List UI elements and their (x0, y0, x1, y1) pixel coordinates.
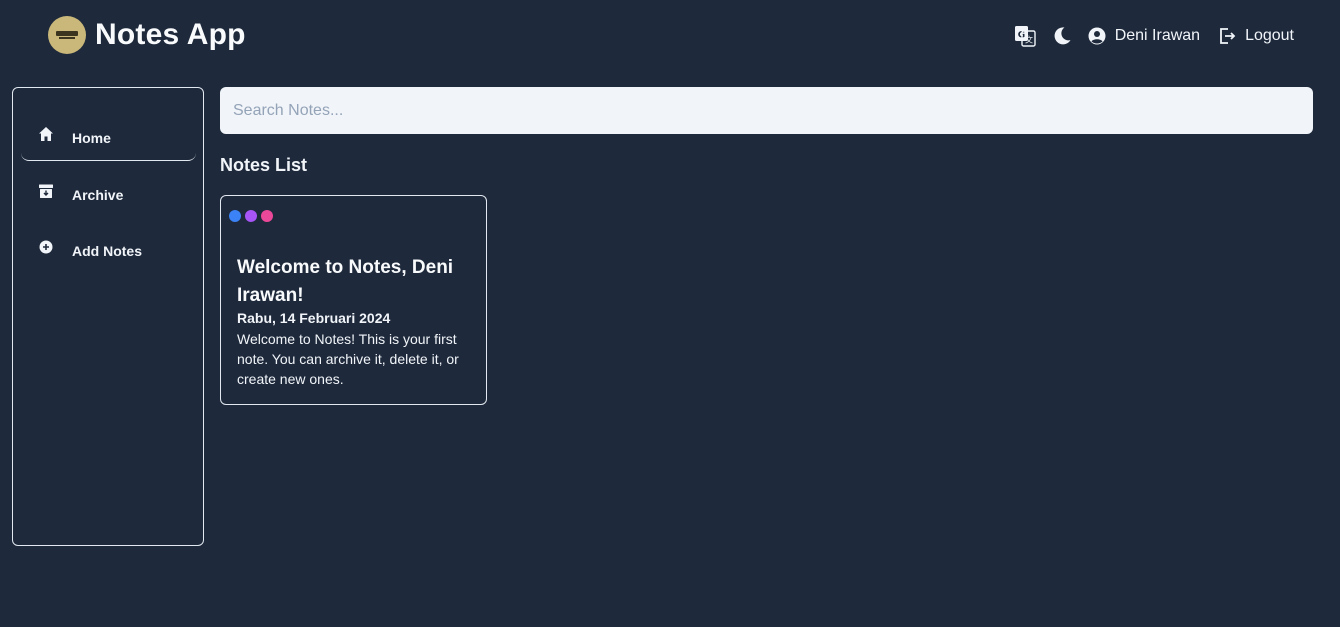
search-input[interactable] (220, 87, 1313, 134)
sidebar-item-label: Home (72, 129, 111, 146)
logout-label: Logout (1245, 27, 1294, 44)
pink-dot (261, 210, 273, 222)
user-name: Deni Irawan (1114, 27, 1201, 44)
note-card[interactable]: Welcome to Notes, Deni Irawan! Rabu, 14 … (220, 195, 487, 405)
translate-icon: G 文 (1014, 25, 1036, 47)
app-header: Notes App G 文 Deni Irawan Logout (0, 0, 1340, 74)
theme-toggle-button[interactable] (1052, 26, 1072, 46)
purple-dot (245, 210, 257, 222)
app-title[interactable]: Notes App (95, 18, 246, 52)
blue-dot (229, 210, 241, 222)
note-color-dots (229, 210, 277, 222)
user-profile[interactable]: Deni Irawan (1088, 27, 1200, 45)
notes-list-title: Notes List (220, 155, 308, 175)
sidebar: Home Archive Add Notes (12, 87, 204, 546)
user-circle-icon (1088, 27, 1106, 45)
sidebar-item-add-notes[interactable]: Add Notes (21, 228, 196, 274)
sidebar-item-archive[interactable]: Archive (21, 172, 196, 218)
logout-icon (1218, 27, 1236, 45)
moon-icon (1052, 26, 1072, 46)
note-date: Rabu, 14 Februari 2024 (237, 310, 391, 326)
sidebar-item-label: Archive (72, 187, 124, 203)
archive-icon (38, 183, 54, 199)
sidebar-item-home[interactable]: Home (21, 115, 196, 161)
translate-button[interactable]: G 文 (1014, 25, 1036, 47)
logo-icon (54, 27, 80, 43)
app-logo[interactable] (48, 16, 86, 54)
note-body: Welcome to Notes! This is your first not… (237, 331, 459, 387)
logout-button[interactable]: Logout (1218, 27, 1294, 45)
sidebar-item-label: Add Notes (72, 243, 142, 259)
plus-circle-icon (38, 239, 54, 255)
header-actions: G 文 Deni Irawan Logout (1014, 23, 1294, 49)
note-title[interactable]: Welcome to Notes, Deni Irawan! (237, 254, 473, 310)
home-icon (38, 126, 54, 142)
svg-text:文: 文 (1025, 35, 1033, 45)
